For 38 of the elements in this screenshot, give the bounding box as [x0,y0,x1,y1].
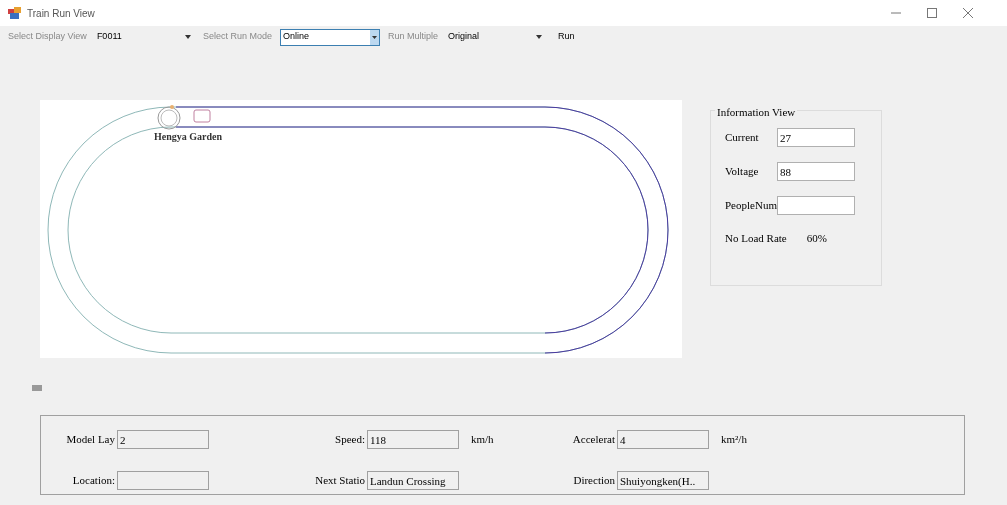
text-field[interactable]: Shuiyongken(H.. [617,471,709,490]
maximize-icon [927,8,937,18]
field-label: Direction [572,473,616,489]
text-field[interactable] [777,196,855,215]
text-field[interactable]: 27 [777,128,855,147]
field-label: Location: [71,473,116,489]
close-icon [963,8,973,18]
field-label: No Load Rate [725,231,787,246]
field-label: Voltage [725,164,760,180]
field-label: Speed: [334,432,366,448]
caret-icon [184,35,191,39]
status-indicator [32,385,42,391]
window-title: Train Run View [27,6,95,21]
unit-label: km/h [471,432,495,448]
field-label: Next Statio [314,473,366,489]
field-label: Accelerat [571,432,616,448]
toolbar-label: Run Multiple [387,30,438,44]
text-field[interactable]: 88 [777,162,855,181]
rate-value: 60% [806,231,827,246]
app-icon [8,7,21,19]
field-label: Model Lay [65,432,116,448]
text-field[interactable] [117,471,209,490]
text-field[interactable]: 2 [117,430,209,449]
toolbar-label: Select Display View [8,30,87,44]
dropdown[interactable]: Online [279,28,380,46]
text-field[interactable]: 4 [617,430,709,449]
text-field[interactable]: 118 [367,430,459,449]
field-label: Current [725,130,760,146]
dropdown[interactable]: F0011 [94,28,195,46]
toolbar-label: Select Run Mode [202,30,272,44]
caret-icon [535,35,542,39]
caret-icon [369,29,379,45]
unit-label: km²/h [721,432,748,448]
station-label: Hengya Garden [154,130,223,144]
run-button[interactable]: Run [553,30,579,44]
field-label: PeopleNum [725,198,777,214]
dropdown[interactable]: Original [445,28,546,46]
text-field[interactable]: Landun Crossing [367,471,459,490]
